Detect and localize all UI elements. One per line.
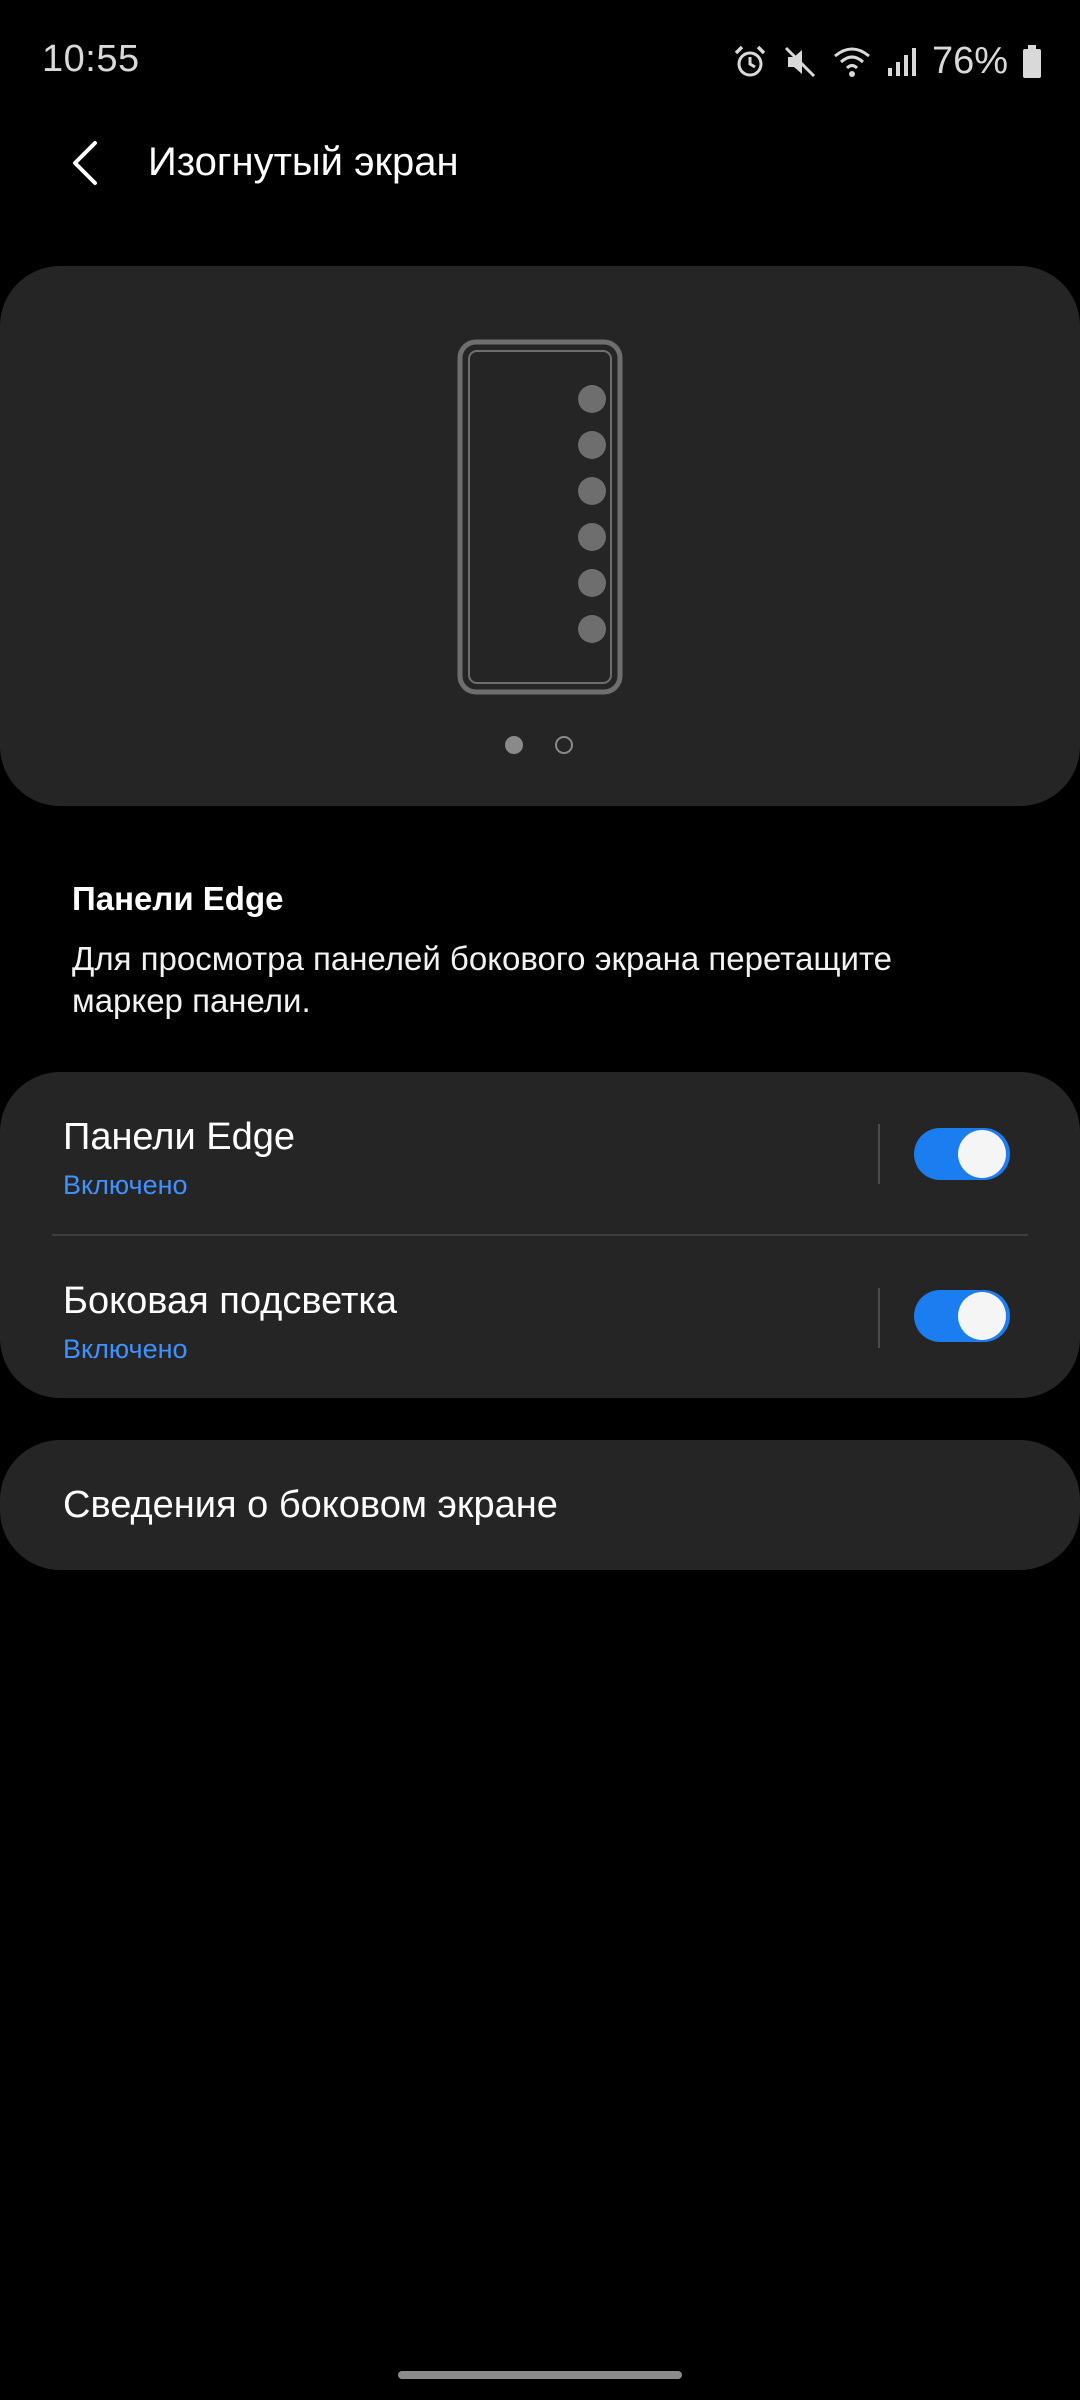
wifi-icon [832,44,872,80]
about-edge-screen-item[interactable]: Сведения о боковом экране [0,1440,1080,1570]
status-time: 10:55 [42,38,140,80]
description-text: Для просмотра панелей бокового экрана пе… [72,940,893,1019]
setting-status: Включено [63,1334,188,1364]
setting-row-edge-panels[interactable]: Панели Edge Включено [0,1072,1080,1234]
setting-label: Панели Edge [63,1116,296,1158]
back-button[interactable] [50,130,120,200]
about-edge-screen-label: Сведения о боковом экране [63,1484,558,1526]
toggle-knob [958,1292,1006,1340]
illustration-card[interactable] [0,266,1080,806]
setting-status: Включено [63,1170,188,1200]
setting-label: Боковая подсветка [63,1280,397,1322]
page-dot-active[interactable] [505,736,523,754]
description-title: Панели Edge [72,880,284,917]
status-bar: 10:55 76% [0,0,1080,120]
page-dot-inactive[interactable] [555,736,573,754]
battery-percent: 76% [931,40,1008,82]
status-icons: 76% [732,40,1042,83]
setting-row-edge-lighting[interactable]: Боковая подсветка Включено [0,1236,1080,1398]
vertical-divider [878,1288,880,1348]
signal-icon [886,44,918,80]
chevron-left-icon [67,139,103,192]
vertical-divider [878,1124,880,1184]
gesture-nav-handle[interactable] [398,2371,682,2379]
edge-panel-illustration [457,339,623,700]
page-title: Изогнутый экран [148,140,459,184]
header: Изогнутый экран [0,120,1080,210]
edge-panels-toggle[interactable] [914,1128,1010,1180]
edge-lighting-toggle[interactable] [914,1290,1010,1342]
alarm-icon [732,44,768,80]
page-indicator [505,736,573,754]
mute-icon [782,44,818,80]
settings-card: Панели Edge Включено Боковая подсветка В… [0,1072,1080,1398]
battery-icon [1022,44,1042,80]
toggle-knob [958,1130,1006,1178]
